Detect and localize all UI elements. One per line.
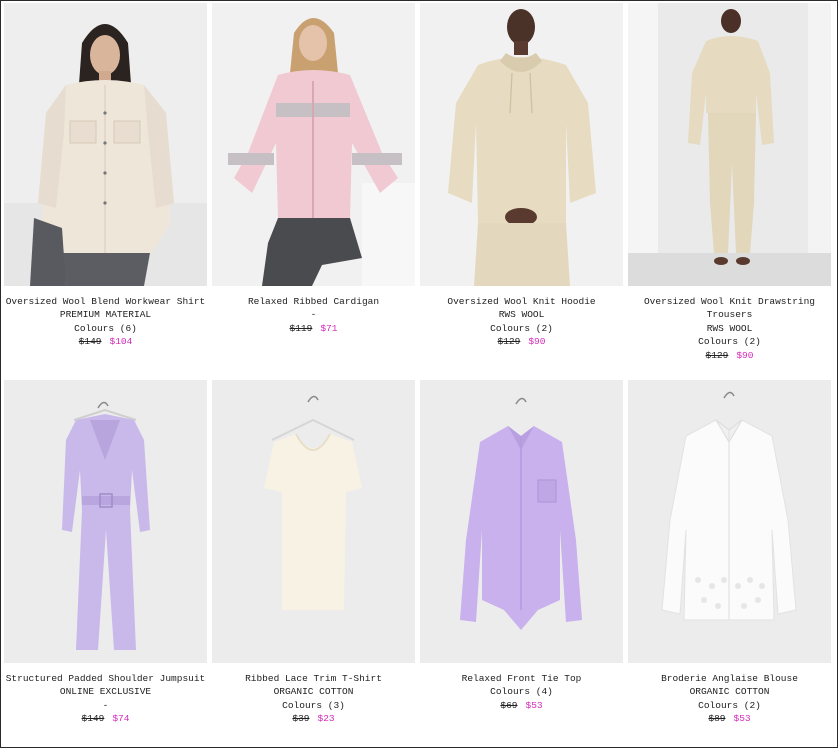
original-price: $149 (81, 713, 105, 725)
product-card[interactable]: Oversized Wool Knit Drawstring Trousers … (628, 3, 831, 380)
product-price: $39 $23 (212, 712, 415, 725)
sale-price: $53 (525, 699, 543, 711)
sale-price: $90 (736, 349, 754, 361)
sale-price: $90 (528, 336, 546, 348)
product-image-woman-in-pink-cardigan[interactable] (212, 3, 415, 286)
sale-price: $53 (733, 713, 751, 725)
product-tag: ONLINE EXCLUSIVE (59, 686, 152, 698)
product-image-woman-in-cream-overshirt[interactable] (4, 3, 207, 286)
product-name[interactable]: Relaxed Front Tie Top (420, 672, 623, 685)
product-colours: Colours (6) (74, 322, 137, 334)
product-image-lilac-tie-top-on-hanger[interactable] (420, 380, 623, 663)
product-image-cream-tshirt-on-hanger[interactable] (212, 380, 415, 663)
product-info: Relaxed Front Tie Top Colours (4) $69 $53 (420, 663, 623, 712)
original-price: $129 (497, 336, 521, 348)
product-colours: Colours (4) (490, 686, 553, 698)
product-price: $129 $90 (628, 349, 831, 362)
product-name[interactable]: Oversized Wool Knit Hoodie (420, 295, 623, 308)
product-tag: ORGANIC COTTON (689, 686, 770, 698)
product-image-white-blouse-on-hanger[interactable] (628, 380, 831, 663)
product-colours: Colours (2) (490, 322, 553, 334)
product-card[interactable]: Ribbed Lace Trim T-Shirt ORGANIC COTTON … (212, 380, 415, 749)
product-price: $119 $71 (212, 322, 415, 335)
product-info: Structured Padded Shoulder Jumpsuit ONLI… (4, 663, 207, 726)
product-price: $89 $53 (628, 712, 831, 725)
product-image-woman-in-beige-hoodie[interactable] (420, 3, 623, 286)
product-tag: ORGANIC COTTON (273, 686, 354, 698)
product-price: $149 $104 (4, 335, 207, 348)
product-name[interactable]: Ribbed Lace Trim T-Shirt (212, 672, 415, 685)
sale-price: $74 (112, 713, 130, 725)
sale-price: $104 (109, 336, 133, 348)
product-image-woman-in-beige-knit-set[interactable] (628, 3, 831, 286)
product-card[interactable]: Relaxed Front Tie Top Colours (4) $69 $53 (420, 380, 623, 749)
product-colours: Colours (3) (282, 699, 345, 711)
product-grid: Oversized Wool Blend Workwear Shirt PREM… (4, 3, 831, 749)
product-tag: PREMIUM MATERIAL (59, 309, 152, 321)
product-info: Oversized Wool Knit Drawstring Trousers … (628, 286, 831, 362)
sale-price: $23 (317, 713, 335, 725)
product-colours: Colours (2) (698, 699, 761, 711)
product-price: $129 $90 (420, 335, 623, 348)
product-tag: RWS WOOL (498, 309, 545, 321)
product-name[interactable]: Structured Padded Shoulder Jumpsuit (4, 672, 207, 685)
original-price: $149 (78, 336, 102, 348)
product-name[interactable]: Oversized Wool Knit Drawstring Trousers (628, 295, 831, 322)
product-price: $69 $53 (420, 699, 623, 712)
product-card[interactable]: Oversized Wool Blend Workwear Shirt PREM… (4, 3, 207, 380)
product-card[interactable]: Oversized Wool Knit Hoodie RWS WOOL Colo… (420, 3, 623, 380)
product-info: Relaxed Ribbed Cardigan - $119 $71 (212, 286, 415, 335)
product-card[interactable]: Relaxed Ribbed Cardigan - $119 $71 (212, 3, 415, 380)
product-image-lilac-jumpsuit-on-hanger[interactable] (4, 380, 207, 663)
original-price: $119 (289, 322, 313, 334)
original-price: $69 (500, 699, 518, 711)
product-name[interactable]: Relaxed Ribbed Cardigan (212, 295, 415, 308)
original-price: $89 (708, 713, 726, 725)
original-price: $129 (705, 349, 729, 361)
product-info: Oversized Wool Knit Hoodie RWS WOOL Colo… (420, 286, 623, 349)
product-name[interactable]: Oversized Wool Blend Workwear Shirt (4, 295, 207, 308)
original-price: $39 (292, 713, 310, 725)
product-colours: Colours (2) (698, 336, 761, 348)
product-price: $149 $74 (4, 712, 207, 725)
product-info: Ribbed Lace Trim T-Shirt ORGANIC COTTON … (212, 663, 415, 726)
product-name[interactable]: Broderie Anglaise Blouse (628, 672, 831, 685)
product-info: Broderie Anglaise Blouse ORGANIC COTTON … (628, 663, 831, 726)
product-tag-empty: - (310, 309, 317, 321)
sale-price: $71 (320, 322, 338, 334)
product-card[interactable]: Broderie Anglaise Blouse ORGANIC COTTON … (628, 380, 831, 749)
product-card[interactable]: Structured Padded Shoulder Jumpsuit ONLI… (4, 380, 207, 749)
product-colours-empty: - (102, 699, 109, 711)
product-tag: RWS WOOL (706, 322, 753, 334)
product-info: Oversized Wool Blend Workwear Shirt PREM… (4, 286, 207, 349)
